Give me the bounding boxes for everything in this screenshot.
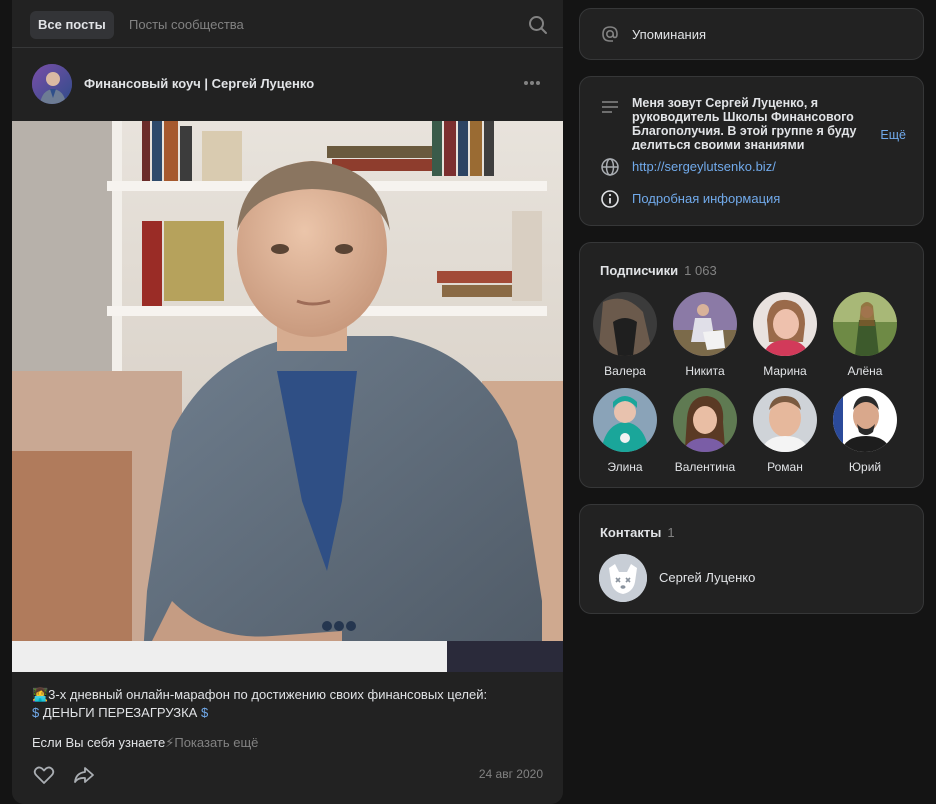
subscriber-avatar	[593, 292, 657, 356]
contact-name[interactable]: Сергей Луценко	[659, 570, 755, 585]
subscriber-item[interactable]: Валера	[585, 292, 665, 378]
post-text-more: Если Вы себя узнаете⚡Показать ещё	[32, 735, 258, 751]
more-options-icon[interactable]	[521, 74, 543, 94]
subscriber-item[interactable]: Никита	[665, 292, 745, 378]
mentions-card[interactable]: Упоминания	[579, 8, 924, 60]
subscriber-item[interactable]: Юрий	[825, 388, 905, 474]
subscribers-card: Подписчики 1 063 Валера Никита Марина Алё…	[579, 242, 924, 488]
about-card: Меня зовут Сергей Луценко, я руководител…	[579, 76, 924, 226]
mentions-label: Упоминания	[632, 27, 707, 42]
detailed-info-link[interactable]: Подробная информация	[632, 191, 780, 206]
subscriber-name: Марина	[763, 364, 807, 378]
subscriber-avatar	[753, 292, 817, 356]
contacts-header[interactable]: Контакты 1	[600, 525, 675, 540]
subscribers-header[interactable]: Подписчики 1 063	[600, 263, 717, 278]
website-link[interactable]: http://sergeylutsenko.biz/	[632, 159, 776, 174]
community-avatar[interactable]	[32, 64, 72, 104]
contacts-card: Контакты 1 Сергей Луценко	[579, 504, 924, 614]
subscriber-name: Никита	[685, 364, 725, 378]
subscriber-avatar	[673, 292, 737, 356]
subscribers-title: Подписчики	[600, 263, 679, 278]
post-actions: 24 авг 2020	[32, 763, 543, 787]
text-lines-icon	[600, 97, 620, 117]
post-author-name[interactable]: Финансовый коуч | Сергей Луценко	[84, 76, 314, 91]
post-text-line1: 👩‍💻3-х дневный онлайн-марафон по достиже…	[32, 687, 488, 702]
subscriber-item[interactable]: Элина	[585, 388, 665, 474]
subscriber-name: Юрий	[848, 460, 882, 474]
post-text-line2: $ ДЕНЬГИ ПЕРЕЗАГРУЗКА $	[32, 704, 552, 722]
post-text-highlight: ДЕНЬГИ ПЕРЕЗАГРУЗКА	[42, 705, 198, 720]
dollar-emoji: $	[197, 705, 209, 720]
post-photo[interactable]	[12, 121, 563, 672]
post-text: 👩‍💻3-х дневный онлайн-марафон по достиже…	[32, 686, 552, 722]
tab-all-posts[interactable]: Все посты	[30, 11, 114, 39]
subscriber-avatar	[833, 292, 897, 356]
subscriber-item[interactable]: Алёна	[825, 292, 905, 378]
subscriber-name: Валентина	[674, 460, 736, 474]
tab-community-posts[interactable]: Посты сообщества	[121, 11, 252, 39]
contact-avatar[interactable]	[599, 554, 647, 602]
subscriber-item[interactable]: Марина	[745, 292, 825, 378]
community-description: Меня зовут Сергей Луценко, я руководител…	[632, 96, 857, 150]
search-icon[interactable]	[527, 14, 549, 36]
post-feed: Все посты Посты сообщества Финансовый ко…	[12, 0, 563, 804]
contacts-count: 1	[667, 525, 675, 540]
post-text-line3: Если Вы себя узнаете	[32, 735, 166, 750]
dollar-emoji: $	[32, 705, 43, 720]
share-arrow-icon[interactable]	[72, 763, 96, 787]
subscriber-item[interactable]: Валентина	[665, 388, 745, 474]
description-more-link[interactable]: Ещё	[878, 128, 906, 142]
contacts-title: Контакты	[600, 525, 662, 540]
subscriber-avatar	[593, 388, 657, 452]
subscriber-avatar	[673, 388, 737, 452]
subscriber-item[interactable]: Роман	[745, 388, 825, 474]
globe-icon	[600, 157, 620, 177]
info-icon	[600, 189, 620, 209]
post-date[interactable]: 24 авг 2020	[479, 767, 543, 781]
post-header: Финансовый коуч | Сергей Луценко	[12, 48, 563, 120]
show-more-link[interactable]: ⚡Показать ещё	[165, 735, 258, 750]
at-sign-icon	[600, 24, 620, 44]
feed-tabs: Все посты Посты сообщества	[12, 0, 563, 48]
subscriber-name: Элина	[607, 460, 643, 474]
like-heart-icon[interactable]	[32, 763, 56, 787]
subscriber-name: Алёна	[847, 364, 883, 378]
subscriber-avatar	[833, 388, 897, 452]
subscriber-avatar	[753, 388, 817, 452]
subscribers-count: 1 063	[684, 263, 717, 278]
subscriber-name: Валера	[604, 364, 646, 378]
subscriber-name: Роман	[767, 460, 803, 474]
